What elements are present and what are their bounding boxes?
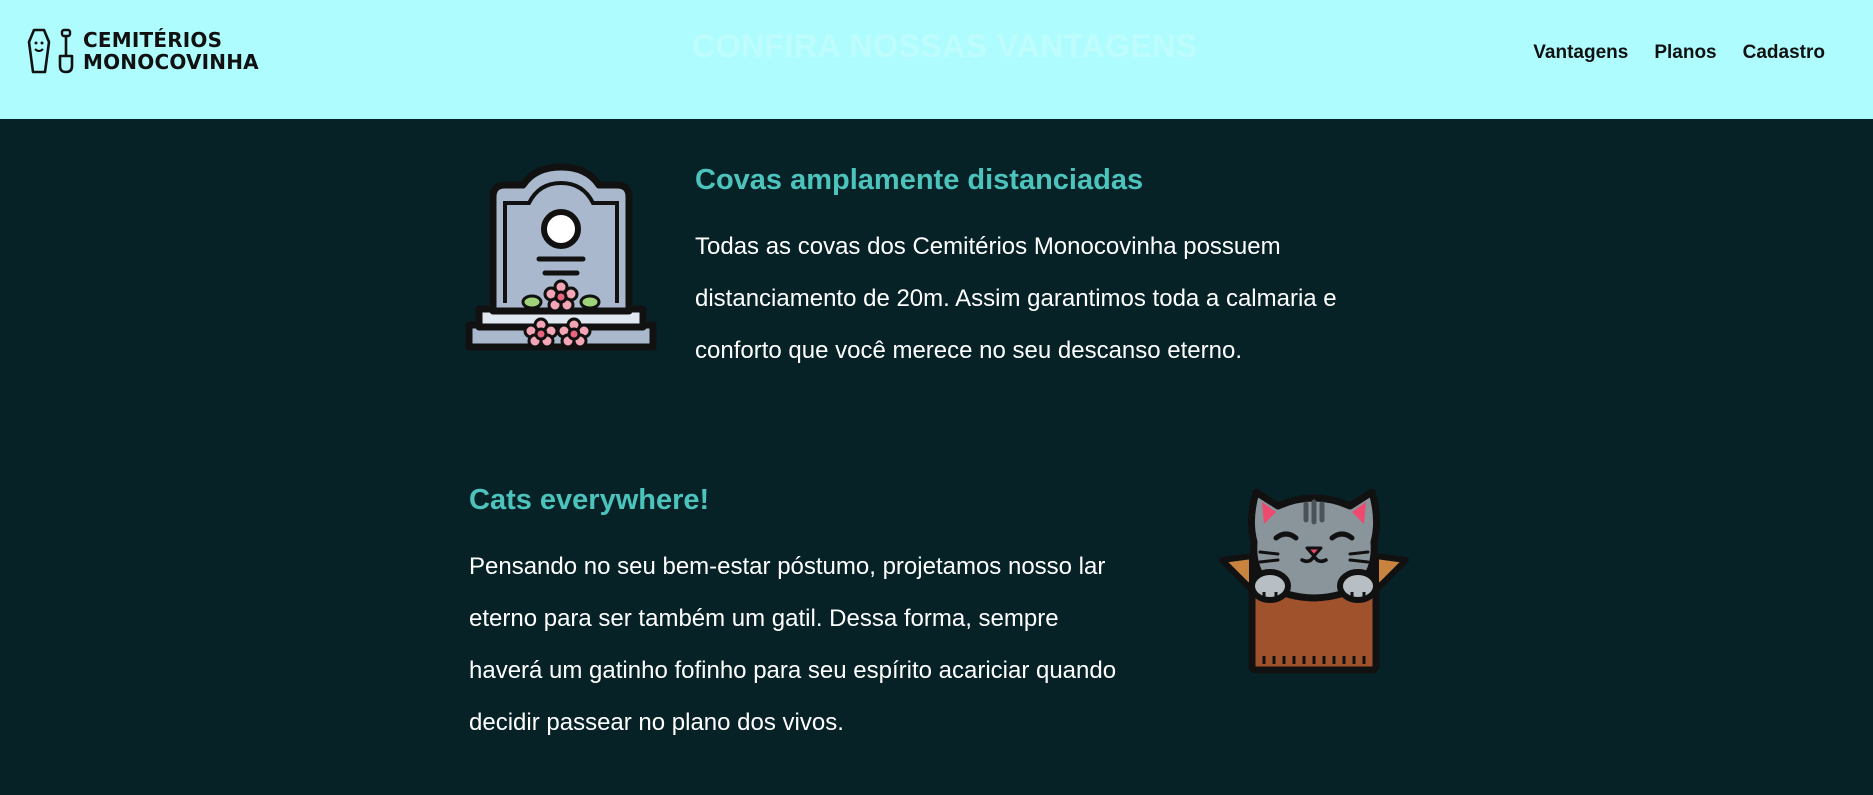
- tombstone-icon: [465, 163, 657, 360]
- feature-text-line: eterno para ser também um gatil. Dessa f…: [469, 605, 1059, 632]
- shovel-icon: [58, 28, 74, 74]
- feature-text-line: conforto que você merece no seu descanso…: [695, 337, 1243, 364]
- logo[interactable]: CEMITÉRIOS MONOCOVINHA: [27, 28, 259, 74]
- main-nav: Vantagens Planos Cadastro: [1533, 42, 1825, 64]
- nav-link-planos[interactable]: Planos: [1654, 42, 1716, 64]
- coffin-icon: [27, 28, 51, 74]
- nav-link-cadastro[interactable]: Cadastro: [1743, 42, 1825, 64]
- feature-description: Pensando no seu bem-estar póstumo, proje…: [469, 541, 1199, 749]
- cat-in-box-icon: [1218, 480, 1410, 679]
- logo-line-1: CEMITÉRIOS: [83, 28, 223, 52]
- feature-text-line: Pensando no seu bem-estar póstumo, proje…: [469, 553, 1106, 580]
- feature-text-line: distanciamento de 20m. Assim garantimos …: [695, 285, 1337, 312]
- site-header: CEMITÉRIOS MONOCOVINHA CONFIRA NOSSAS VA…: [0, 0, 1873, 119]
- feature-title: Cats everywhere!: [469, 484, 710, 516]
- feature-description: Todas as covas dos Cemitérios Monocovinh…: [695, 221, 1425, 377]
- feature-text-line: haverá um gatinho fofinho para seu espír…: [469, 657, 1117, 684]
- feature-text-line: decidir passear no plano dos vivos.: [469, 709, 844, 736]
- logo-icons: [27, 28, 75, 74]
- logo-line-2: MONOCOVINHA: [83, 50, 259, 74]
- feature-text-line: Todas as covas dos Cemitérios Monocovinh…: [695, 233, 1281, 260]
- feature-cats: Cats everywhere! Pensando no seu bem-est…: [469, 484, 1199, 749]
- section-title: CONFIRA NOSSAS VANTAGENS: [692, 28, 1198, 64]
- feature-title: Covas amplamente distanciadas: [695, 164, 1144, 196]
- feature-spacing: Covas amplamente distanciadas Todas as c…: [695, 164, 1425, 377]
- nav-link-vantagens[interactable]: Vantagens: [1533, 42, 1628, 64]
- logo-text: CEMITÉRIOS MONOCOVINHA: [83, 29, 259, 73]
